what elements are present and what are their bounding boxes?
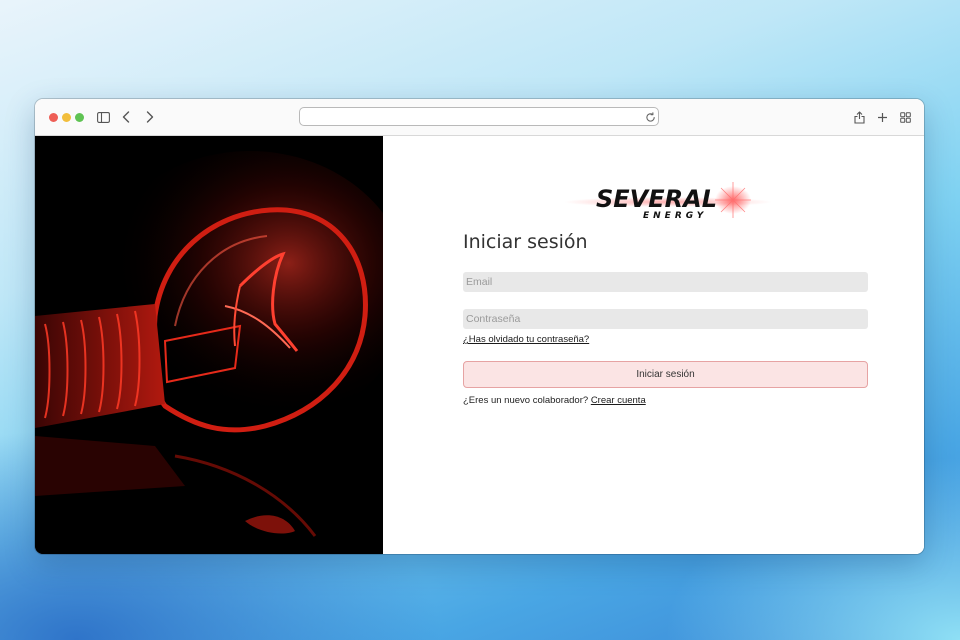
reload-icon[interactable] — [643, 109, 657, 125]
forward-icon[interactable] — [144, 108, 156, 126]
forgot-password-link[interactable]: ¿Has olvidado tu contraseña? — [463, 334, 589, 345]
back-icon[interactable] — [120, 108, 132, 126]
brand-name: SEVERAL — [596, 185, 717, 213]
brand-logo: SEVERAL ENERGY — [563, 174, 773, 226]
browser-window: SEVERAL ENERGY Iniciar sesión ¿Has olvid… — [35, 99, 924, 554]
browser-toolbar — [35, 99, 924, 136]
create-account-link[interactable]: Crear cuenta — [591, 395, 646, 406]
new-tab-icon[interactable] — [875, 108, 889, 126]
address-bar[interactable] — [299, 107, 659, 126]
hero-image — [35, 136, 383, 554]
register-prompt: ¿Eres un nuevo colaborador? Crear cuenta — [463, 395, 646, 406]
share-icon[interactable] — [852, 108, 866, 126]
minimize-window-button[interactable] — [62, 113, 71, 122]
brand-tagline: ENERGY — [643, 211, 707, 221]
zoom-window-button[interactable] — [75, 113, 84, 122]
email-field[interactable] — [463, 272, 868, 292]
light-bulb-image — [35, 136, 383, 554]
sidebar-icon[interactable] — [95, 108, 111, 126]
login-panel: SEVERAL ENERGY Iniciar sesión ¿Has olvid… — [383, 136, 924, 554]
page-title: Iniciar sesión — [463, 231, 588, 253]
login-button[interactable]: Iniciar sesión — [463, 361, 868, 388]
register-prompt-text: ¿Eres un nuevo colaborador? — [463, 395, 589, 406]
password-field[interactable] — [463, 309, 868, 329]
close-window-button[interactable] — [49, 113, 58, 122]
tab-overview-icon[interactable] — [898, 108, 912, 126]
